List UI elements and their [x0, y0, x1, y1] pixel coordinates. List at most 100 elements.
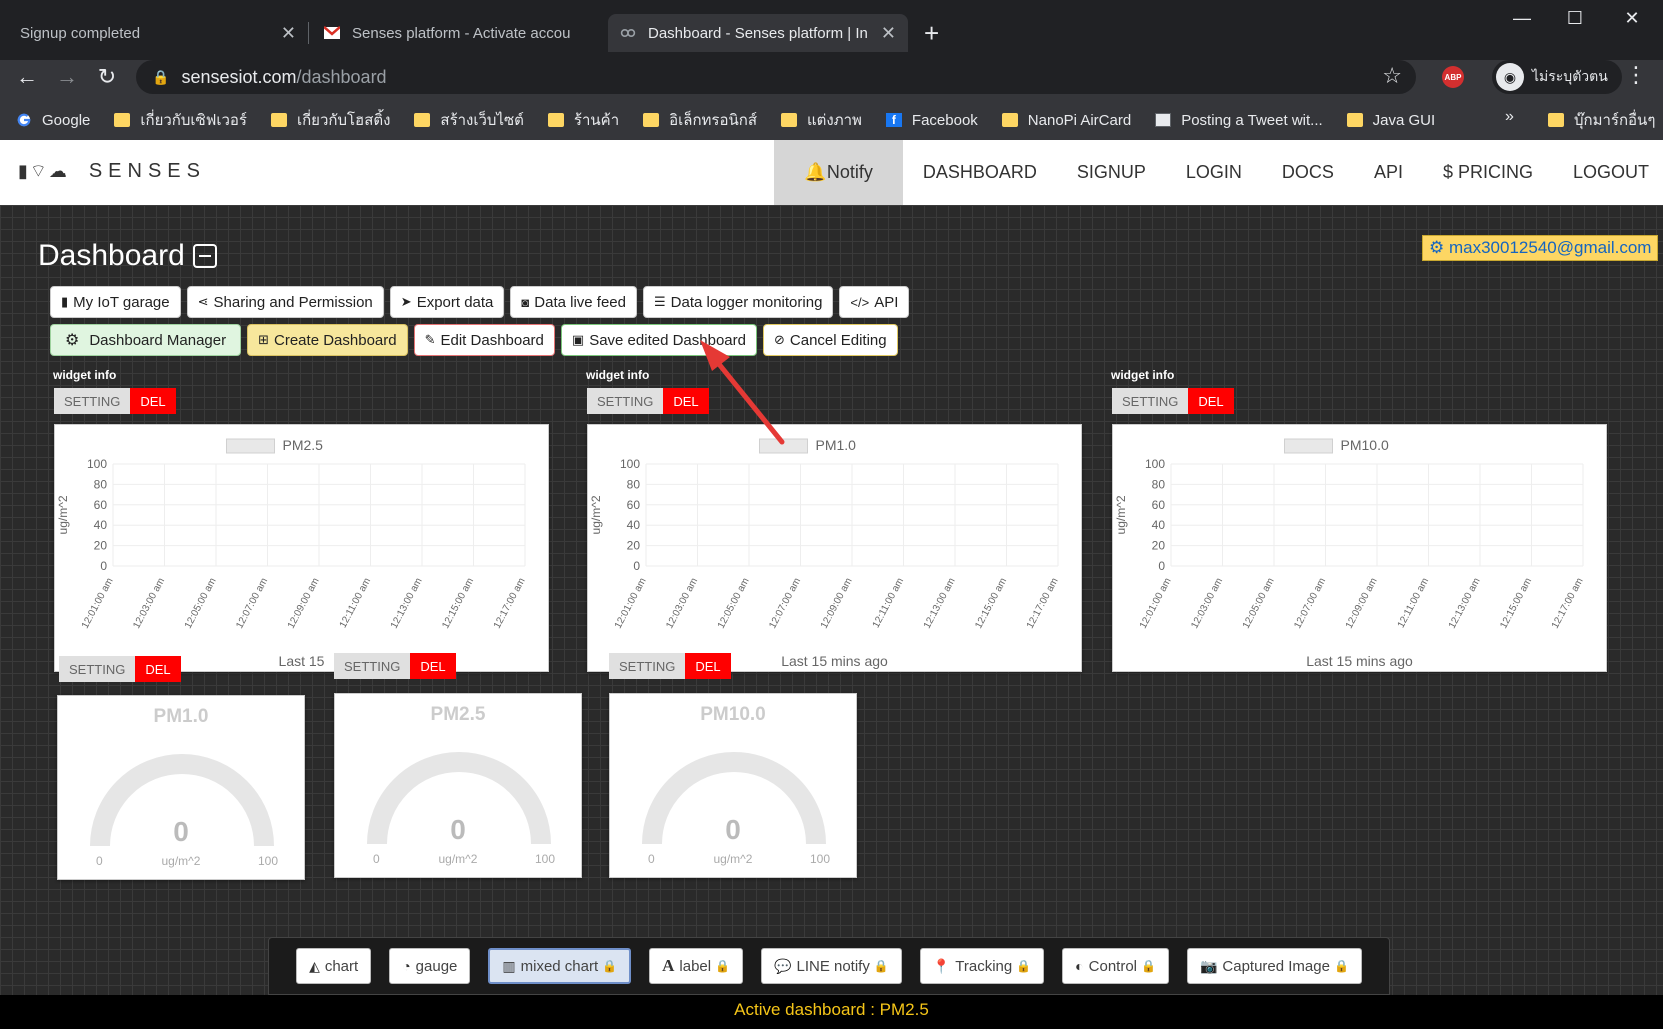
- tab-signup-completed[interactable]: Signup completed ✕: [8, 14, 308, 52]
- bell-icon: 🔔: [804, 162, 827, 182]
- folder-icon: [1001, 113, 1018, 127]
- window-close-icon[interactable]: ✕: [1612, 8, 1652, 29]
- nav-login[interactable]: LOGIN: [1166, 140, 1262, 205]
- bookmark-folder[interactable]: สร้างเว็บไซต์: [414, 108, 524, 132]
- nav-logout[interactable]: LOGOUT: [1553, 140, 1663, 205]
- add-tracking-button[interactable]: 📍 Tracking 🔒: [919, 948, 1045, 984]
- add-label-button[interactable]: Alabel 🔒: [649, 948, 744, 984]
- lock-icon: 🔒: [1016, 959, 1032, 973]
- nav-signup[interactable]: SIGNUP: [1057, 140, 1166, 205]
- close-icon[interactable]: ✕: [881, 23, 896, 44]
- edit-icon: ✎: [424, 332, 436, 347]
- nav-pricing[interactable]: $ PRICING: [1423, 140, 1553, 205]
- button-label: API: [874, 293, 899, 311]
- bookmark-facebook[interactable]: f Facebook: [885, 112, 978, 129]
- bookmark-page[interactable]: Posting a Tweet wit...: [1155, 112, 1323, 129]
- comment-icon: 💬: [774, 957, 792, 974]
- my-iot-garage-button[interactable]: ▮ My IoT garage: [50, 286, 181, 318]
- setting-button[interactable]: SETTING: [334, 653, 411, 679]
- close-icon[interactable]: ✕: [281, 23, 296, 44]
- gauge-widget[interactable]: PM2.5 0 ug/m^2 0 100: [334, 693, 582, 878]
- add-gauge-button[interactable]: ◔ gauge: [389, 948, 471, 984]
- edit-dashboard-button[interactable]: ✎ Edit Dashboard: [413, 324, 555, 356]
- back-arrow-icon[interactable]: ←: [10, 64, 44, 90]
- dashboard-toolbar-row2: ⚙ Dashboard Manager ⊞ Create Dashboard ✎ Ed…: [50, 324, 898, 356]
- bookmark-star-icon[interactable]: ☆: [1382, 63, 1402, 89]
- api-button[interactable]: </> API: [839, 286, 910, 318]
- bookmark-folder[interactable]: ร้านค้า: [547, 108, 619, 132]
- x-tick-label: 12:01:00 am: [613, 576, 649, 630]
- collapse-icon[interactable]: [192, 244, 217, 268]
- nav-dashboard[interactable]: DASHBOARD: [903, 140, 1057, 205]
- bookmarks-more-icon[interactable]: »: [1505, 108, 1514, 126]
- x-tick-label: 12:03:00 am: [664, 576, 700, 630]
- add-chart-button[interactable]: ◭ chart: [296, 948, 372, 984]
- user-email-badge[interactable]: ⚙ max30012540@gmail.com: [1422, 235, 1659, 261]
- maximize-icon[interactable]: ☐: [1555, 8, 1595, 29]
- line-chart: PM1.0 0 20 40 60 80 100 12:01:00 am 12:03:00 am 1…: [589, 437, 1061, 631]
- data-live-feed-button[interactable]: ◙ Data live feed: [510, 286, 637, 318]
- bookmark-folder[interactable]: แต่งภาพ: [780, 108, 862, 132]
- folder-icon: [780, 113, 797, 127]
- y-tick-label: 100: [620, 457, 640, 471]
- bookmark-folder[interactable]: Java GUI: [1346, 112, 1435, 129]
- sharing-permission-button[interactable]: ⋖ Sharing and Permission: [186, 286, 384, 318]
- minimize-icon[interactable]: —: [1502, 8, 1542, 29]
- delete-button[interactable]: DEL: [130, 388, 176, 414]
- brand-logo[interactable]: ▮⌔☁ SENSES: [18, 160, 206, 183]
- bookmark-folder[interactable]: เกี่ยวกับโฮสติ้ง: [270, 108, 390, 132]
- setting-button[interactable]: SETTING: [587, 388, 664, 414]
- y-axis-label: ug/m^2: [589, 495, 603, 534]
- widget-controls: SETTING DEL: [609, 653, 731, 679]
- setting-button[interactable]: SETTING: [1112, 388, 1189, 414]
- forward-arrow-icon[interactable]: →: [50, 64, 84, 90]
- gauge-value: 0: [725, 814, 741, 845]
- gauge-widget[interactable]: PM1.0 0 ug/m^2 0 100: [57, 695, 305, 880]
- data-logger-button[interactable]: ☰ Data logger monitoring: [643, 286, 834, 318]
- delete-button[interactable]: DEL: [135, 656, 181, 682]
- setting-button[interactable]: SETTING: [59, 656, 136, 682]
- setting-button[interactable]: SETTING: [609, 653, 686, 679]
- y-tick-label: 80: [627, 477, 641, 491]
- setting-button[interactable]: SETTING: [54, 388, 131, 414]
- widget-info-label: widget info: [53, 368, 117, 382]
- delete-button[interactable]: DEL: [685, 653, 731, 679]
- bookmark-folder[interactable]: NanoPi AirCard: [1001, 112, 1131, 129]
- tab-dashboard[interactable]: Dashboard - Senses platform | In ✕: [608, 14, 908, 52]
- other-bookmarks[interactable]: บุ๊กมาร์กอื่นๆ: [1548, 100, 1655, 140]
- x-tick-label: 12:13:00 am: [1447, 576, 1483, 630]
- bookmark-folder[interactable]: อิเล็กทรอนิกส์: [643, 108, 757, 132]
- chart-widget-pm100[interactable]: PM10.0 0 20 40 60 80 100 12:01:00 am 12:03:00 am…: [1112, 424, 1607, 672]
- reload-icon[interactable]: ↻: [90, 64, 124, 90]
- chart-widget-pm10[interactable]: PM1.0 0 20 40 60 80 100 12:01:00 am 12:03:00 am 1…: [587, 424, 1082, 672]
- cancel-editing-button[interactable]: ⊘ Cancel Editing: [762, 324, 898, 356]
- add-captured-image-button[interactable]: 📷 Captured Image 🔒: [1186, 948, 1362, 984]
- gauge-widget[interactable]: PM10.0 0 ug/m^2 0 100: [609, 693, 857, 878]
- ban-icon: ⊘: [773, 332, 785, 347]
- address-bar[interactable]: 🔒 sensesiot.com/dashboard ☆: [136, 60, 1416, 94]
- nav-notify[interactable]: 🔔 Notify: [774, 140, 903, 205]
- nav-docs[interactable]: DOCS: [1262, 140, 1354, 205]
- create-dashboard-button[interactable]: ⊞ Create Dashboard: [247, 324, 408, 356]
- delete-button[interactable]: DEL: [1188, 388, 1234, 414]
- x-tick-label: 12:11:00 am: [871, 576, 906, 630]
- chart-widget-pm25[interactable]: PM2.5 0 20 40 60 80 100 12:01:00 am 12:03:00 am 1…: [54, 424, 549, 672]
- dashboard-manager-button[interactable]: ⚙ Dashboard Manager: [50, 324, 242, 356]
- new-tab-icon[interactable]: +: [924, 18, 939, 49]
- x-tick-label: 12:01:00 am: [80, 576, 116, 630]
- tab-activate-account[interactable]: Senses platform - Activate accou: [312, 14, 604, 52]
- add-line-notify-button[interactable]: 💬 LINE notify 🔒: [761, 948, 902, 984]
- gauge-max: 100: [258, 854, 279, 868]
- export-data-button[interactable]: ➤ Export data: [389, 286, 505, 318]
- add-mixed-chart-button[interactable]: ▥ mixed chart 🔒: [488, 948, 632, 984]
- add-control-button[interactable]: ◐ Control 🔒: [1062, 948, 1169, 984]
- bookmark-folder[interactable]: เกี่ยวกับเซิฟเวอร์: [114, 108, 247, 132]
- adblock-icon[interactable]: ABP: [1442, 66, 1464, 88]
- incognito-profile-button[interactable]: ◉ ไม่ระบุตัวตน: [1492, 60, 1622, 94]
- nav-api[interactable]: API: [1354, 140, 1423, 205]
- bookmark-google[interactable]: Google: [16, 112, 90, 129]
- delete-button[interactable]: DEL: [410, 653, 456, 679]
- delete-button[interactable]: DEL: [663, 388, 709, 414]
- save-edited-dashboard-button[interactable]: ▣ Save edited Dashboard: [560, 324, 757, 356]
- browser-menu-icon[interactable]: ⋮: [1625, 62, 1647, 88]
